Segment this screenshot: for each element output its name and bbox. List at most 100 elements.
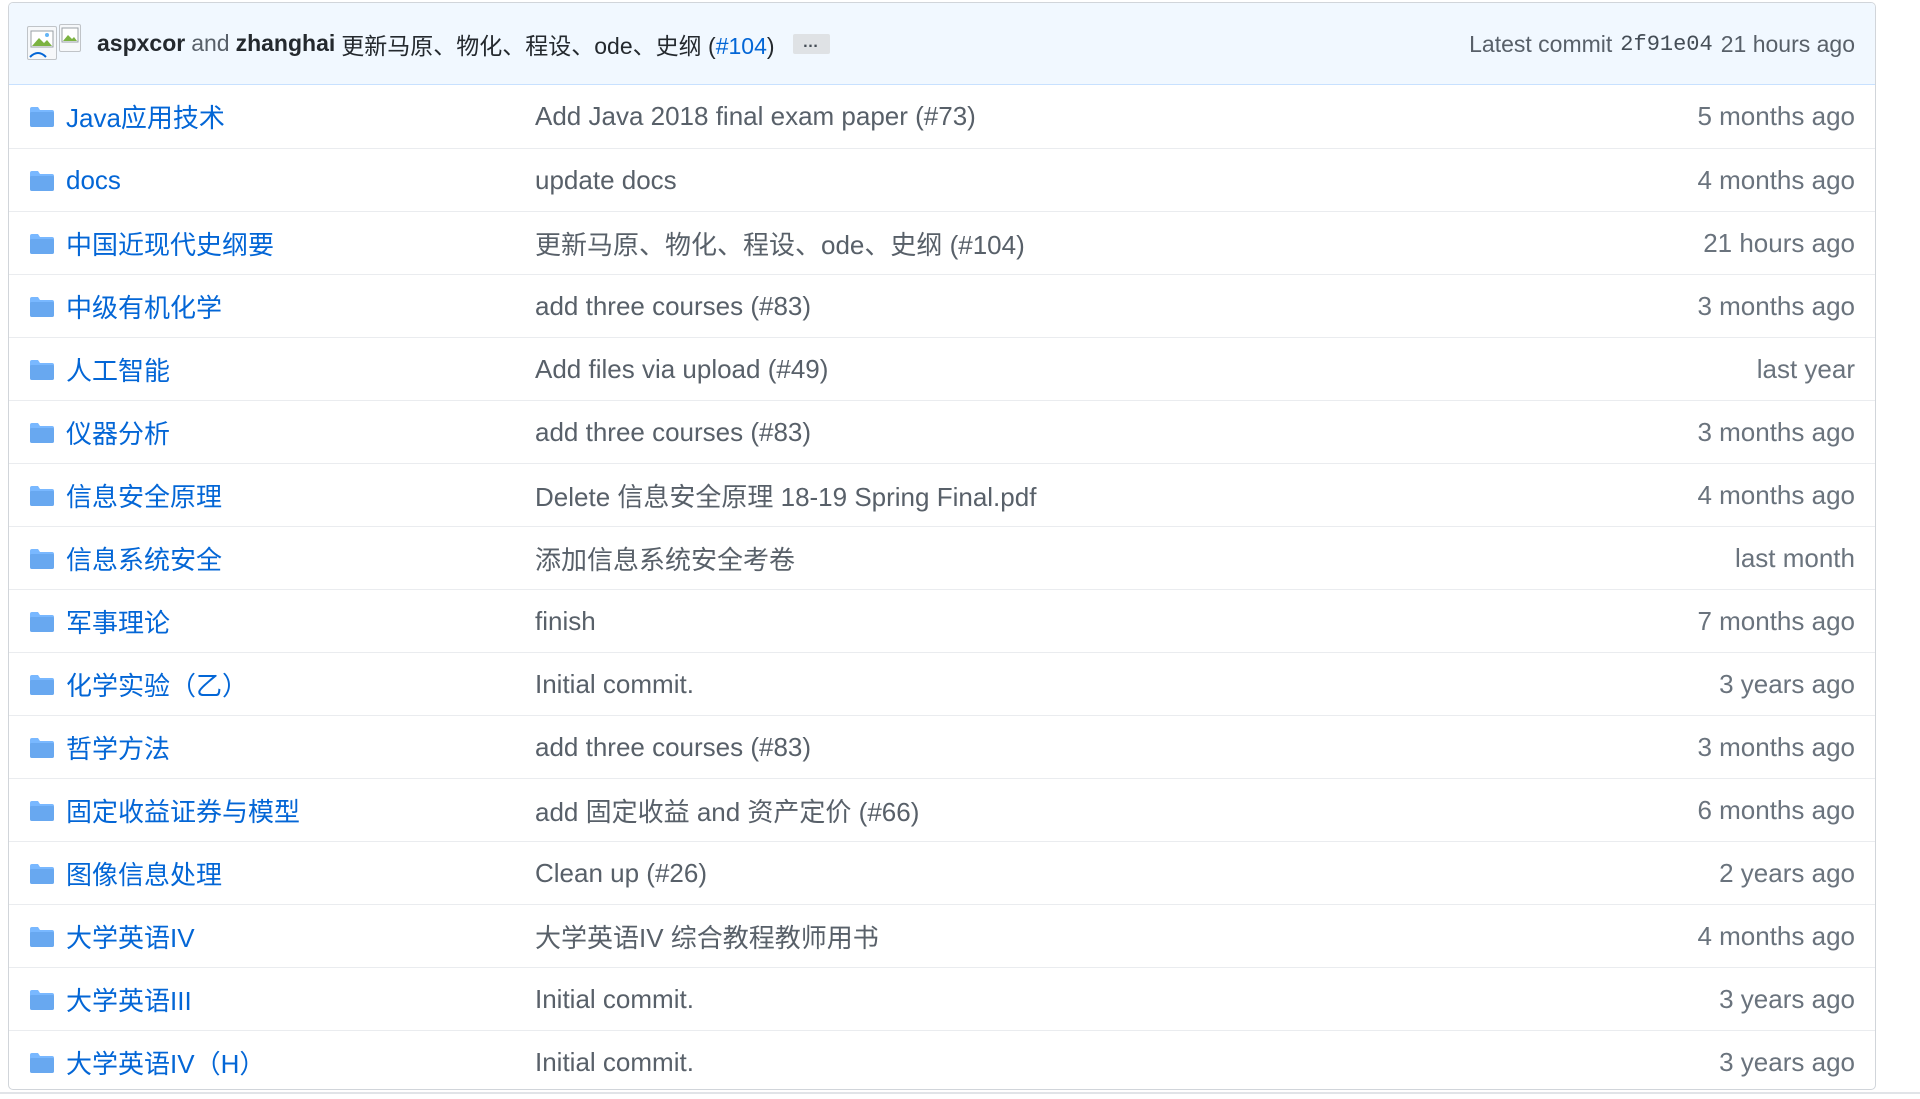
author-avatars <box>27 23 85 64</box>
folder-icon <box>29 924 55 947</box>
commit-message-link[interactable]: add 固定收益 and 资产定价 (#66) <box>535 792 919 829</box>
folder-icon <box>29 672 55 695</box>
file-row[interactable]: 信息系统安全 添加信息系统安全考卷 last month <box>9 526 1875 589</box>
folder-icon <box>29 987 55 1010</box>
commit-message-link[interactable]: Add Java 2018 final exam paper (#73) <box>535 101 976 132</box>
file-row[interactable]: 大学英语IV 大学英语IV 综合教程教师用书 4 months ago <box>9 904 1875 967</box>
folder-icon <box>29 420 55 443</box>
folder-name-link[interactable]: 大学英语III <box>66 981 192 1018</box>
commit-message-link[interactable]: add three courses (#83) <box>535 291 811 322</box>
folder-icon <box>29 231 55 254</box>
commit-age: 3 years ago <box>1719 668 1855 699</box>
file-list: Java应用技术 Add Java 2018 final exam paper (… <box>9 85 1875 1089</box>
latest-commit-label: Latest commit <box>1469 30 1613 57</box>
folder-icon <box>29 104 55 127</box>
commit-age: 21 hours ago <box>1703 227 1855 258</box>
folder-name-link[interactable]: 图像信息处理 <box>66 855 222 892</box>
folder-name-link[interactable]: 仪器分析 <box>66 414 170 451</box>
commit-message-link[interactable]: Add files via upload (#49) <box>535 354 828 385</box>
file-row[interactable]: Java应用技术 Add Java 2018 final exam paper (… <box>9 85 1875 148</box>
file-row[interactable]: 军事理论 finish 7 months ago <box>9 589 1875 652</box>
file-browser: aspxcor and zhanghai 更新马原、物化、程设、ode、史纲 (… <box>8 2 1876 1090</box>
folder-icon <box>29 798 55 821</box>
commit-message-link[interactable]: finish <box>535 606 596 637</box>
folder-name-link[interactable]: 人工智能 <box>66 351 170 388</box>
commit-message-link[interactable]: Clean up (#26) <box>535 858 707 889</box>
file-row[interactable]: docs update docs 4 months ago <box>9 148 1875 211</box>
commit-age: 4 months ago <box>1697 479 1855 510</box>
folder-icon <box>29 168 55 191</box>
latest-commit-bar: aspxcor and zhanghai 更新马原、物化、程设、ode、史纲 (… <box>9 3 1875 85</box>
folder-name-link[interactable]: 大学英语IV <box>66 918 195 955</box>
commit-age: 7 months ago <box>1697 605 1855 636</box>
commit-message-link[interactable]: update docs <box>535 165 677 196</box>
file-row[interactable]: 中级有机化学 add three courses (#83) 3 months ag… <box>9 274 1875 337</box>
folder-icon <box>29 357 55 380</box>
file-row[interactable]: 人工智能 Add files via upload (#49) last year <box>9 337 1875 400</box>
commit-message-link[interactable]: Initial commit. <box>535 669 694 700</box>
pr-close-paren: ) <box>766 32 775 59</box>
folder-icon <box>29 294 55 317</box>
broken-image-icon[interactable] <box>59 23 81 52</box>
commit-age: 5 months ago <box>1697 101 1855 131</box>
file-row[interactable]: 中国近现代史纲要 更新马原、物化、程设、ode、史纲 (#104) 21 hours… <box>9 211 1875 274</box>
commit-sha-link[interactable]: 2f91e04 <box>1620 32 1712 57</box>
commit-age: last year <box>1756 353 1855 384</box>
file-row[interactable]: 哲学方法 add three courses (#83) 3 months ago <box>9 715 1875 778</box>
commit-age: 4 months ago <box>1697 920 1855 951</box>
file-row[interactable]: 大学英语IV（H） Initial commit. 3 years ago <box>9 1030 1875 1089</box>
file-row[interactable]: 大学英语III Initial commit. 3 years ago <box>9 967 1875 1030</box>
folder-name-link[interactable]: Java应用技术 <box>66 98 225 135</box>
folder-name-link[interactable]: 信息安全原理 <box>66 477 222 514</box>
folder-name-link[interactable]: 固定收益证券与模型 <box>66 792 300 829</box>
commit-age: 3 years ago <box>1719 983 1855 1014</box>
and-label: and <box>191 30 230 56</box>
folder-name-link[interactable]: 信息系统安全 <box>66 540 222 577</box>
commit-age: 3 years ago <box>1719 1046 1855 1077</box>
folder-icon <box>29 735 55 758</box>
folder-icon <box>29 861 55 884</box>
file-row[interactable]: 仪器分析 add three courses (#83) 3 months ago <box>9 400 1875 463</box>
commit-message-link[interactable]: 大学英语IV 综合教程教师用书 <box>535 918 879 955</box>
folder-icon <box>29 1050 55 1073</box>
commit-age: 21 hours ago <box>1720 30 1855 57</box>
folder-icon <box>29 483 55 506</box>
folder-icon <box>29 546 55 569</box>
folder-name-link[interactable]: 化学实验（乙） <box>66 666 248 703</box>
commit-message-link[interactable]: Initial commit. <box>535 1047 694 1078</box>
commit-age: 2 years ago <box>1719 857 1855 888</box>
file-row[interactable]: 化学实验（乙） Initial commit. 3 years ago <box>9 652 1875 715</box>
folder-name-link[interactable]: 中国近现代史纲要 <box>66 225 274 262</box>
folder-name-link[interactable]: 军事理论 <box>66 603 170 640</box>
commit-age: 3 months ago <box>1697 416 1855 447</box>
commit-message-link[interactable]: Initial commit. <box>535 984 694 1015</box>
commit-message-link[interactable]: 更新马原、物化、程设、ode、史纲 (#104) <box>535 225 1025 262</box>
commit-age: 6 months ago <box>1697 794 1855 825</box>
commit-age: 4 months ago <box>1697 164 1855 195</box>
commit-message-link[interactable]: add three courses (#83) <box>535 417 811 448</box>
file-row[interactable]: 信息安全原理 Delete 信息安全原理 18-19 Spring Final.p… <box>9 463 1875 526</box>
file-row[interactable]: 固定收益证券与模型 add 固定收益 and 资产定价 (#66) 6 months… <box>9 778 1875 841</box>
commit-age: 3 months ago <box>1697 731 1855 762</box>
folder-name-link[interactable]: 大学英语IV（H） <box>66 1044 265 1081</box>
expand-commit-button[interactable]: … <box>792 33 830 54</box>
commit-age: last month <box>1735 542 1855 573</box>
folder-icon <box>29 609 55 632</box>
commit-message-link[interactable]: 更新马原、物化、程设、ode、史纲 (#104) <box>341 27 774 61</box>
folder-name-link[interactable]: docs <box>66 165 121 196</box>
commit-message-link[interactable]: add three courses (#83) <box>535 732 811 763</box>
commit-coauthor-link[interactable]: zhanghai <box>236 30 336 57</box>
commit-age: 3 months ago <box>1697 290 1855 321</box>
pr-open-paren: ( <box>708 32 716 59</box>
commit-message-text[interactable]: 更新马原、物化、程设、ode、史纲 <box>341 33 701 59</box>
latest-commit-info: Latest commit 2f91e04 21 hours ago <box>1469 3 1855 85</box>
folder-name-link[interactable]: 哲学方法 <box>66 729 170 766</box>
pr-link[interactable]: #104 <box>716 33 767 59</box>
folder-name-link[interactable]: 中级有机化学 <box>66 288 222 325</box>
commit-author-link[interactable]: aspxcor <box>97 30 185 57</box>
page-divider <box>0 1092 1920 1094</box>
commit-message-link[interactable]: 添加信息系统安全考卷 <box>535 540 795 577</box>
file-row[interactable]: 图像信息处理 Clean up (#26) 2 years ago <box>9 841 1875 904</box>
commit-message-link[interactable]: Delete 信息安全原理 18-19 Spring Final.pdf <box>535 477 1036 514</box>
broken-image-icon[interactable] <box>27 25 57 60</box>
